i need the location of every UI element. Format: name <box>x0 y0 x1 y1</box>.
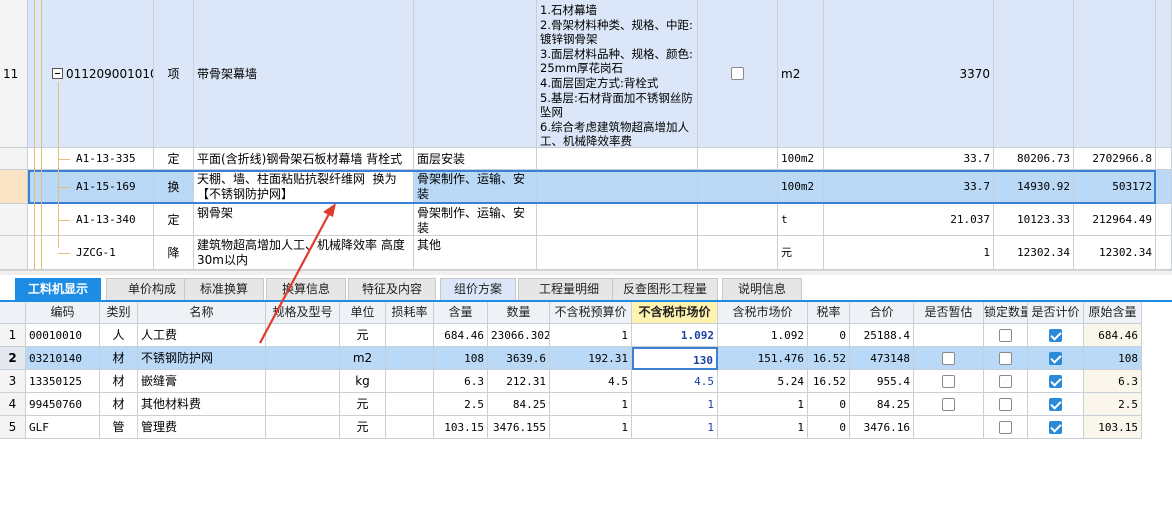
annotation-arrow <box>259 203 336 344</box>
